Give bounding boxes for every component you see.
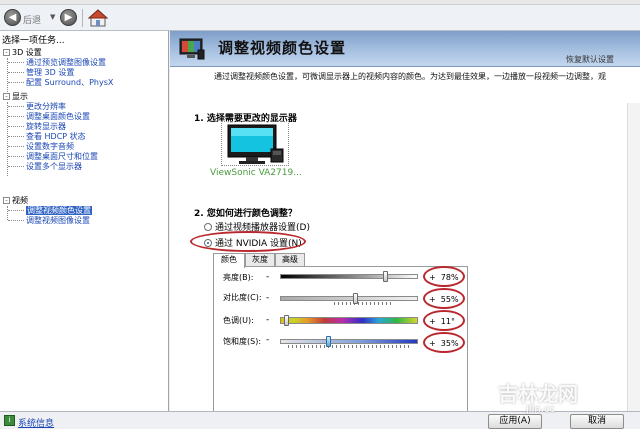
intro-text: 通过调整视频颜色设置，可微调显示器上的视频内容的颜色。为达到最佳效果，一边播放一… — [214, 72, 606, 81]
hue-slider-thumb[interactable] — [283, 315, 289, 326]
back-dropdown-icon[interactable]: ▼ — [50, 13, 55, 21]
page-title: 调整视频颜色设置 — [218, 39, 347, 57]
tree-connector — [8, 146, 24, 147]
apply-button[interactable]: 应用(A) — [488, 414, 542, 429]
watermark-url: jlin.cc — [526, 404, 555, 415]
tree-connector — [7, 102, 8, 176]
category-label: 视频 — [12, 196, 28, 205]
cancel-button[interactable]: 取消 — [570, 414, 624, 429]
radio-button[interactable] — [204, 223, 212, 231]
tree-connector — [8, 62, 24, 63]
minus-icon[interactable]: - — [266, 272, 269, 282]
tree-item-manage-3d[interactable]: 管理 3D 设置 — [26, 68, 74, 78]
tree-item-preview-image[interactable]: 通过预览调整图像设置 — [26, 58, 106, 68]
tree-item-video-image[interactable]: 调整视频图像设置 — [26, 216, 90, 226]
minus-icon[interactable]: - — [266, 335, 269, 345]
tree-connector — [8, 136, 24, 137]
brightness-slider-track[interactable] — [280, 274, 418, 279]
tree-item-resolution[interactable]: 更改分辨率 — [26, 102, 66, 112]
tree-connector — [8, 156, 24, 157]
tree-connector — [8, 82, 24, 83]
tree-category-display[interactable]: - 显示 — [3, 92, 28, 102]
tree-item-multiple-displays[interactable]: 设置多个显示器 — [26, 162, 82, 172]
back-label[interactable]: 后退 — [23, 13, 41, 26]
tree-connector — [8, 166, 24, 167]
brightness-slider-thumb[interactable] — [382, 271, 388, 282]
scrollbar[interactable] — [627, 103, 640, 411]
slider-ticks — [334, 302, 394, 305]
minus-icon[interactable]: - — [266, 315, 269, 325]
color-tab-panel: 亮度(B): - + 78% 对比度(C): - + 55% 色调(U): - … — [213, 266, 468, 411]
tab-grayscale[interactable]: 灰度 — [245, 253, 275, 267]
tree-connector — [8, 116, 24, 117]
saturation-slider-thumb[interactable] — [326, 336, 332, 347]
collapse-icon[interactable]: - — [3, 49, 10, 56]
tree-item-video-color[interactable]: 调整视频颜色设置 — [26, 206, 92, 216]
annotation-circle — [423, 310, 465, 331]
tab-advanced[interactable]: 高级 — [275, 253, 305, 267]
toolbar: ◀ 后退 ▼ ▶ — [0, 5, 640, 31]
annotation-circle — [423, 332, 465, 353]
tree-item-desktop-size[interactable]: 调整桌面尺寸和位置 — [26, 152, 98, 162]
tree-connector — [8, 126, 24, 127]
toolbar-separator — [82, 9, 83, 27]
system-info-link[interactable]: 系统信息 — [18, 416, 54, 429]
section-color-adjust-title: 2. 您如何进行颜色调整？ — [194, 209, 297, 219]
tree-connector — [8, 210, 24, 211]
annotation-circle — [190, 231, 306, 252]
home-icon[interactable] — [88, 8, 108, 28]
tree-item-rotate-display[interactable]: 旋转显示器 — [26, 122, 66, 132]
tree-connector — [8, 106, 24, 107]
contrast-slider-thumb[interactable] — [352, 293, 358, 304]
minus-icon[interactable]: - — [266, 293, 269, 303]
tree-connector — [8, 72, 24, 73]
forward-arrow-icon[interactable]: ▶ — [60, 9, 77, 26]
selected-item-label[interactable]: 调整视频颜色设置 — [26, 206, 92, 215]
collapse-icon[interactable]: - — [3, 197, 10, 204]
restore-defaults-link[interactable]: 恢复默认设置 — [566, 54, 614, 65]
tree-item-digital-audio[interactable]: 设置数字音频 — [26, 142, 74, 152]
system-info-icon[interactable]: i — [4, 415, 15, 426]
brightness-label: 亮度(B): — [223, 273, 254, 282]
annotation-circle — [423, 288, 465, 309]
saturation-slider-track[interactable] — [280, 339, 418, 344]
collapse-icon[interactable]: - — [3, 93, 10, 100]
monitor-label[interactable]: ViewSonic VA2719... — [210, 168, 302, 178]
slider-ticks — [288, 345, 412, 348]
page-banner: 调整视频颜色设置 恢复默认设置 — [170, 31, 640, 67]
category-label: 3D 设置 — [12, 48, 42, 57]
tree-item-desktop-color[interactable]: 调整桌面颜色设置 — [26, 112, 90, 122]
monitor-icon[interactable] — [224, 123, 284, 168]
watermark: 吉林龙网 — [498, 382, 578, 406]
saturation-label: 饱和度(S): — [223, 337, 262, 346]
tree-connector — [8, 220, 24, 221]
tree-item-hdcp-status[interactable]: 查看 HDCP 状态 — [26, 132, 86, 142]
category-label: 显示 — [12, 92, 28, 101]
tree-category-3d[interactable]: -3D 设置 — [3, 48, 42, 58]
video-color-icon — [179, 38, 205, 60]
tree-category-video[interactable]: - 视频 — [3, 196, 28, 206]
contrast-slider-track[interactable] — [280, 296, 418, 301]
task-pane: 选择一项任务... -3D 设置 通过预览调整图像设置 管理 3D 设置 配置 … — [0, 31, 169, 411]
back-arrow-icon[interactable]: ◀ — [4, 9, 21, 26]
hue-label: 色调(U): — [223, 316, 254, 325]
tab-color[interactable]: 颜色 — [213, 253, 245, 268]
hue-slider-track[interactable] — [280, 317, 418, 324]
annotation-circle — [423, 266, 465, 287]
tree-connector — [7, 206, 8, 220]
contrast-label: 对比度(C): — [223, 293, 262, 302]
tree-connector — [7, 58, 8, 92]
task-pane-header: 选择一项任务... — [2, 36, 65, 46]
content-panel: 调整视频颜色设置 恢复默认设置 通过调整视频颜色设置，可微调显示器上的视频内容的… — [170, 31, 640, 411]
tree-item-surround-physx[interactable]: 配置 Surround、PhysX — [26, 78, 113, 88]
